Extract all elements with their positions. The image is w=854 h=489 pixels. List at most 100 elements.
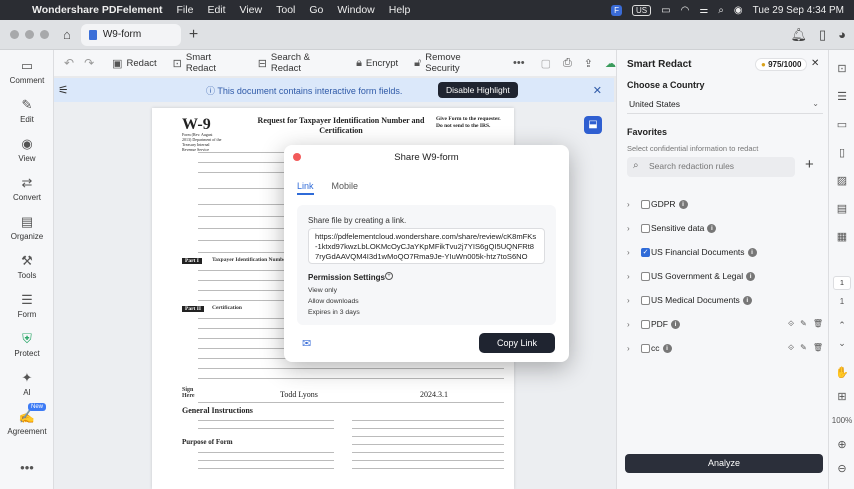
notification-bell-icon[interactable]: 🔔︎ bbox=[790, 27, 807, 43]
page-number-input[interactable]: 1 bbox=[833, 276, 851, 290]
sidebar-item-tools[interactable]: ⚒ Tools bbox=[0, 253, 54, 280]
menu-window[interactable]: Window bbox=[337, 4, 374, 16]
redact-button[interactable]: ▣ Redact bbox=[112, 57, 157, 70]
link-icon[interactable]: ⟐ bbox=[788, 319, 794, 329]
edit-icon[interactable]: ✎ bbox=[800, 319, 807, 329]
wifi-icon[interactable]: ◠ bbox=[681, 5, 690, 16]
menu-tool[interactable]: Tool bbox=[276, 4, 295, 16]
properties-icon[interactable]: ☰ bbox=[829, 90, 854, 103]
chevron-right-icon[interactable]: › bbox=[627, 224, 630, 233]
sidebar-item-ai[interactable]: ✦ AI bbox=[0, 370, 54, 397]
bookmark-icon[interactable]: ▦ bbox=[829, 230, 854, 243]
share-icon[interactable]: ⇪ bbox=[584, 57, 593, 70]
sidebar-item-form[interactable]: ☰ Form bbox=[0, 292, 54, 319]
rule-item[interactable]: › US Government & Legal i bbox=[627, 271, 823, 287]
mobile-icon[interactable]: ▯ bbox=[819, 27, 826, 43]
control-center-icon[interactable]: ⚌ bbox=[699, 5, 708, 16]
list-icon[interactable]: ▤ bbox=[829, 202, 854, 215]
undo-icon[interactable]: ↶ bbox=[64, 56, 74, 70]
close-window-button[interactable] bbox=[10, 30, 19, 39]
page-icon[interactable]: ▯ bbox=[829, 146, 854, 159]
date-value[interactable]: 2024.3.1 bbox=[420, 390, 448, 399]
clock[interactable]: Tue 29 Sep 4:34 PM bbox=[753, 5, 844, 16]
close-panel-icon[interactable]: ✕ bbox=[811, 58, 819, 69]
input-source-badge[interactable]: US bbox=[632, 4, 652, 16]
menu-help[interactable]: Help bbox=[389, 4, 411, 16]
minimize-window-button[interactable] bbox=[25, 30, 34, 39]
info-icon[interactable]: i bbox=[678, 200, 688, 209]
menu-go[interactable]: Go bbox=[309, 4, 323, 16]
zoom-level[interactable]: 100% bbox=[829, 416, 854, 425]
rule-checkbox[interactable] bbox=[641, 272, 650, 281]
copy-link-button[interactable]: Copy Link bbox=[479, 333, 555, 353]
zoom-window-button[interactable] bbox=[40, 30, 49, 39]
chevron-right-icon[interactable]: › bbox=[627, 344, 630, 353]
signature-value[interactable]: Todd Lyons bbox=[280, 390, 318, 399]
rule-checkbox[interactable] bbox=[641, 320, 650, 329]
remove-security-button[interactable]: 🔓︎ Remove Security bbox=[414, 52, 495, 74]
cloud-icon[interactable]: ☁ bbox=[605, 57, 616, 70]
print-icon[interactable]: ⎙ bbox=[563, 57, 572, 70]
rule-item[interactable]: › PDF i ⟐ ✎ 🗑︎ bbox=[627, 319, 823, 335]
info-icon[interactable]: i bbox=[747, 248, 757, 257]
rule-checkbox[interactable] bbox=[641, 296, 650, 305]
page-down-icon[interactable]: ⌄ bbox=[829, 338, 854, 349]
sidebar-item-comment[interactable]: ▭ Comment bbox=[0, 58, 54, 85]
add-rule-button[interactable]: + bbox=[805, 156, 814, 173]
add-permission-icon[interactable]: + bbox=[385, 272, 393, 280]
sidebar-item-edit[interactable]: ✎ Edit bbox=[0, 97, 54, 124]
rule-item[interactable]: › US Medical Documents i bbox=[627, 295, 823, 311]
trash-icon[interactable]: 🗑︎ bbox=[813, 319, 823, 329]
hand-tool-icon[interactable]: ✋ bbox=[829, 366, 854, 379]
chevron-right-icon[interactable]: › bbox=[627, 248, 630, 257]
rule-checkbox[interactable] bbox=[641, 224, 650, 233]
info-icon[interactable]: i bbox=[707, 224, 717, 233]
smart-redact-tool-icon[interactable]: ⊡ bbox=[829, 62, 854, 75]
zoom-in-icon[interactable]: ⊕ bbox=[829, 438, 854, 451]
app-menu[interactable]: Wondershare PDFelement bbox=[32, 4, 163, 16]
spotlight-icon[interactable]: ⌕ bbox=[718, 5, 724, 16]
search-redact-button[interactable]: ⊟ Search & Redact bbox=[258, 52, 340, 74]
tab-mobile[interactable]: Mobile bbox=[332, 181, 359, 195]
info-icon[interactable]: i bbox=[742, 296, 752, 305]
rule-item[interactable]: › cc i ⟐ ✎ 🗑︎ bbox=[627, 343, 823, 359]
rule-item[interactable]: › Sensitive data i bbox=[627, 223, 823, 239]
menu-file[interactable]: File bbox=[177, 4, 194, 16]
sidebar-item-convert[interactable]: ⇄ Convert bbox=[0, 175, 54, 202]
sidebar-item-agreement[interactable]: New ✍ Agreement bbox=[0, 403, 54, 436]
tab-w9-form[interactable]: W9-form bbox=[80, 23, 181, 46]
image-icon[interactable]: ▨ bbox=[829, 174, 854, 187]
rule-checkbox[interactable] bbox=[641, 344, 650, 353]
trash-icon[interactable]: 🗑︎ bbox=[813, 343, 823, 353]
country-select[interactable]: United States ⌄ bbox=[627, 96, 823, 114]
siri-icon[interactable]: ◉ bbox=[734, 5, 743, 16]
chevron-right-icon[interactable]: › bbox=[627, 320, 630, 329]
menu-view[interactable]: View bbox=[240, 4, 263, 16]
form-panel-icon[interactable]: ⬓ bbox=[584, 116, 602, 134]
menu-edit[interactable]: Edit bbox=[207, 4, 225, 16]
close-icon[interactable]: ✕ bbox=[593, 84, 602, 97]
mail-icon[interactable]: ✉ bbox=[302, 337, 311, 350]
rule-item[interactable]: › GDPR i bbox=[627, 199, 823, 215]
rule-checkbox[interactable] bbox=[641, 200, 650, 209]
zoom-out-icon[interactable]: ⊖ bbox=[829, 462, 854, 475]
pdfelement-tray-icon[interactable]: F bbox=[611, 4, 623, 16]
account-avatar-icon[interactable]: ◕ bbox=[838, 27, 846, 43]
fit-page-icon[interactable]: ⊞ bbox=[829, 390, 854, 403]
chevron-right-icon[interactable]: › bbox=[627, 272, 630, 281]
page-up-icon[interactable]: ⌃ bbox=[829, 320, 854, 331]
disable-highlight-button[interactable]: Disable Highlight bbox=[438, 82, 518, 98]
search-rules-input[interactable]: ⌕ Search redaction rules bbox=[627, 157, 795, 177]
rule-checkbox-checked[interactable]: ✓ bbox=[641, 248, 650, 257]
info-icon[interactable]: i bbox=[662, 344, 672, 353]
battery-icon[interactable]: ▭ bbox=[661, 5, 670, 16]
smart-redact-button[interactable]: ⊡ Smart Redact bbox=[173, 52, 242, 74]
redo-icon[interactable]: ↷ bbox=[84, 56, 94, 70]
edit-icon[interactable]: ✎ bbox=[800, 343, 807, 353]
chat-icon[interactable]: ▭ bbox=[829, 118, 854, 131]
more-options-icon[interactable]: ••• bbox=[513, 57, 525, 69]
rule-item[interactable]: › ✓ US Financial Documents i bbox=[627, 247, 823, 263]
home-icon[interactable]: ⌂ bbox=[63, 27, 71, 42]
encrypt-button[interactable]: 🔒︎ Encrypt bbox=[356, 57, 398, 70]
chevron-right-icon[interactable]: › bbox=[627, 296, 630, 305]
